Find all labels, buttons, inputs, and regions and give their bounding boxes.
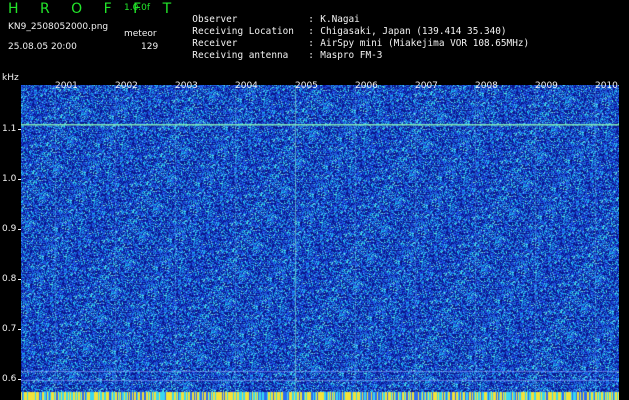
- time-label: 2001: [55, 81, 78, 91]
- y-tick-mark: [18, 279, 21, 280]
- meta-key: Receiving antenna: [192, 50, 289, 61]
- app-title: H R O F F T: [8, 1, 180, 17]
- time-label: 2003: [175, 81, 198, 91]
- time-label: 2004: [235, 81, 258, 91]
- y-tick-mark: [18, 329, 21, 330]
- time-label: 2009: [535, 81, 558, 91]
- time-label: 2010: [595, 81, 618, 91]
- meta-value: Maspro FM-3: [320, 50, 383, 61]
- meta-antenna: Receiving antenna: Maspro FM-3: [192, 50, 383, 61]
- y-tick-mark: [18, 229, 21, 230]
- y-tick-mark: [18, 179, 21, 180]
- y-tick-label: 0.8: [2, 274, 17, 284]
- y-tick-mark: [18, 379, 21, 380]
- count-label: 129: [141, 42, 159, 52]
- time-label: 2006: [355, 81, 378, 91]
- time-label: 2002: [115, 81, 138, 91]
- filename-label: KN9_2508052000.png: [8, 22, 109, 32]
- time-label: 2008: [475, 81, 498, 91]
- spectrogram-waterfall[interactable]: [21, 85, 619, 400]
- y-tick-label: 0.7: [2, 324, 17, 334]
- version-label: 1.0.0f: [124, 3, 151, 13]
- y-axis-unit: kHz: [2, 73, 19, 83]
- y-tick-label: 1.0: [2, 174, 17, 184]
- time-label: 2007: [415, 81, 438, 91]
- y-tick-label: 0.9: [2, 224, 17, 234]
- time-label: 2005: [295, 81, 318, 91]
- datetime-label: 25.08.05 20:00: [8, 42, 77, 52]
- y-tick-label: 1.1: [2, 124, 17, 134]
- mode-label: meteor: [124, 29, 157, 39]
- y-tick-mark: [18, 129, 21, 130]
- y-tick-label: 0.6: [2, 374, 17, 384]
